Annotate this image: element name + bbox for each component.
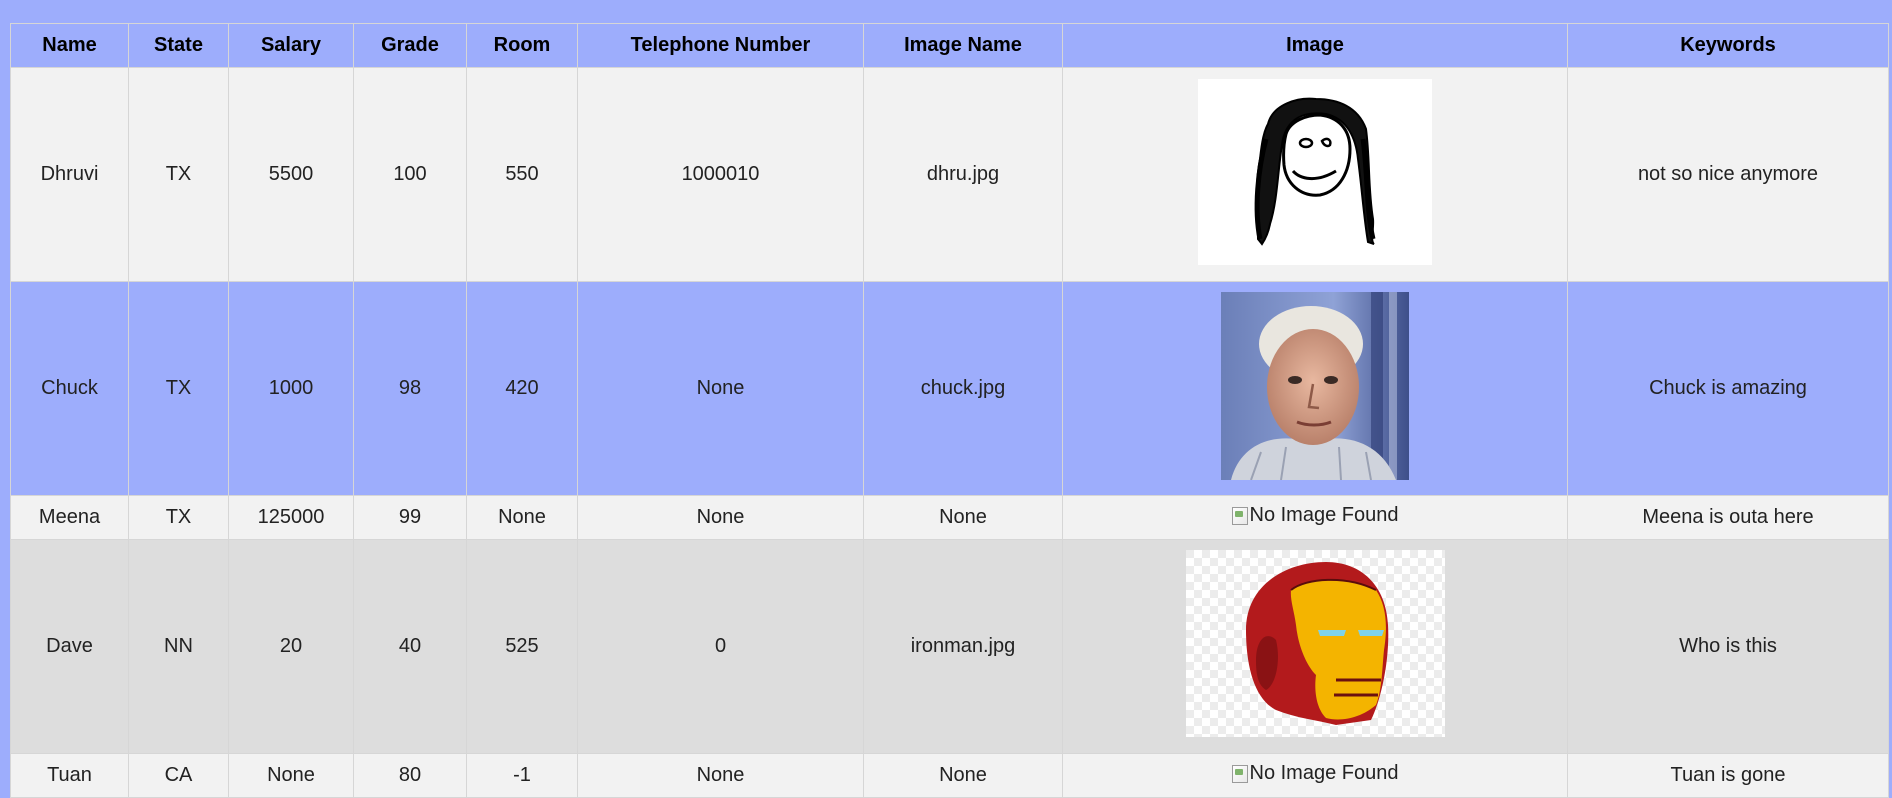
cell-state: NN <box>128 539 229 754</box>
cell-room: 550 <box>466 67 578 282</box>
cell-salary: 125000 <box>228 495 354 540</box>
cell-grade: 98 <box>353 281 467 496</box>
cell-room: -1 <box>466 753 578 798</box>
header-state: State <box>128 23 229 68</box>
cell-telephone: None <box>577 281 864 496</box>
cell-state: TX <box>128 281 229 496</box>
cell-image: No Image Found <box>1062 495 1568 540</box>
cell-name: Dhruvi <box>10 67 129 282</box>
cell-name: Chuck <box>10 281 129 496</box>
cell-keywords: Meena is outa here <box>1567 495 1889 540</box>
cell-telephone: 1000010 <box>577 67 864 282</box>
cell-telephone: None <box>577 495 864 540</box>
cell-grade: 100 <box>353 67 467 282</box>
cell-telephone: None <box>577 753 864 798</box>
header-keywords: Keywords <box>1567 23 1889 68</box>
cell-image-name: chuck.jpg <box>863 281 1063 496</box>
header-name: Name <box>10 23 129 68</box>
header-image: Image <box>1062 23 1568 68</box>
cell-name: Tuan <box>10 753 129 798</box>
cell-room: 420 <box>466 281 578 496</box>
table-row: Tuan CA None 80 -1 None None No Image Fo… <box>10 753 1889 798</box>
image-alt-text: No Image Found <box>1249 762 1399 785</box>
cell-keywords: Tuan is gone <box>1567 753 1889 798</box>
broken-image-icon <box>1231 506 1248 525</box>
image-alt-text: No Image Found <box>1249 504 1399 527</box>
portrait-photo-image <box>1221 291 1409 486</box>
cell-salary: 5500 <box>228 67 354 282</box>
cell-image <box>1062 281 1568 496</box>
cell-grade: 40 <box>353 539 467 754</box>
sketch-face-image <box>1198 78 1432 271</box>
cell-image <box>1062 67 1568 282</box>
table-row: Chuck TX 1000 98 420 None chuck.jpg Chuc… <box>10 281 1889 496</box>
cell-name: Dave <box>10 539 129 754</box>
header-image-name: Image Name <box>863 23 1063 68</box>
cell-room: 525 <box>466 539 578 754</box>
cell-grade: 80 <box>353 753 467 798</box>
table-row: Dhruvi TX 5500 100 550 1000010 dhru.jpg <box>10 67 1889 282</box>
cell-salary: 1000 <box>228 281 354 496</box>
cell-state: TX <box>128 495 229 540</box>
cell-keywords: Chuck is amazing <box>1567 281 1889 496</box>
cell-state: TX <box>128 67 229 282</box>
cell-salary: 20 <box>228 539 354 754</box>
cell-image: No Image Found <box>1062 753 1568 798</box>
cell-telephone: 0 <box>577 539 864 754</box>
broken-image: No Image Found <box>1231 762 1399 785</box>
broken-image-icon <box>1231 764 1248 783</box>
employee-table: Name State Salary Grade Room Telephone N… <box>10 23 1889 798</box>
table-row: Dave NN 20 40 525 0 ironman.jpg Who is t… <box>10 539 1889 754</box>
cell-keywords: not so nice anymore <box>1567 67 1889 282</box>
cell-image-name: None <box>863 753 1063 798</box>
cell-image-name: ironman.jpg <box>863 539 1063 754</box>
cell-name: Meena <box>10 495 129 540</box>
cell-keywords: Who is this <box>1567 539 1889 754</box>
ironman-helmet-image <box>1185 550 1445 743</box>
cell-image-name: dhru.jpg <box>863 67 1063 282</box>
table-header-row: Name State Salary Grade Room Telephone N… <box>10 23 1889 68</box>
header-grade: Grade <box>353 23 467 68</box>
cell-salary: None <box>228 753 354 798</box>
cell-image <box>1062 539 1568 754</box>
header-telephone-number: Telephone Number <box>577 23 864 68</box>
page-wrapper: Name State Salary Grade Room Telephone N… <box>10 23 1889 798</box>
table-row: Meena TX 125000 99 None None None No Ima… <box>10 495 1889 540</box>
cell-image-name: None <box>863 495 1063 540</box>
header-room: Room <box>466 23 578 68</box>
cell-grade: 99 <box>353 495 467 540</box>
cell-room: None <box>466 495 578 540</box>
header-salary: Salary <box>228 23 354 68</box>
broken-image: No Image Found <box>1231 504 1399 527</box>
cell-state: CA <box>128 753 229 798</box>
